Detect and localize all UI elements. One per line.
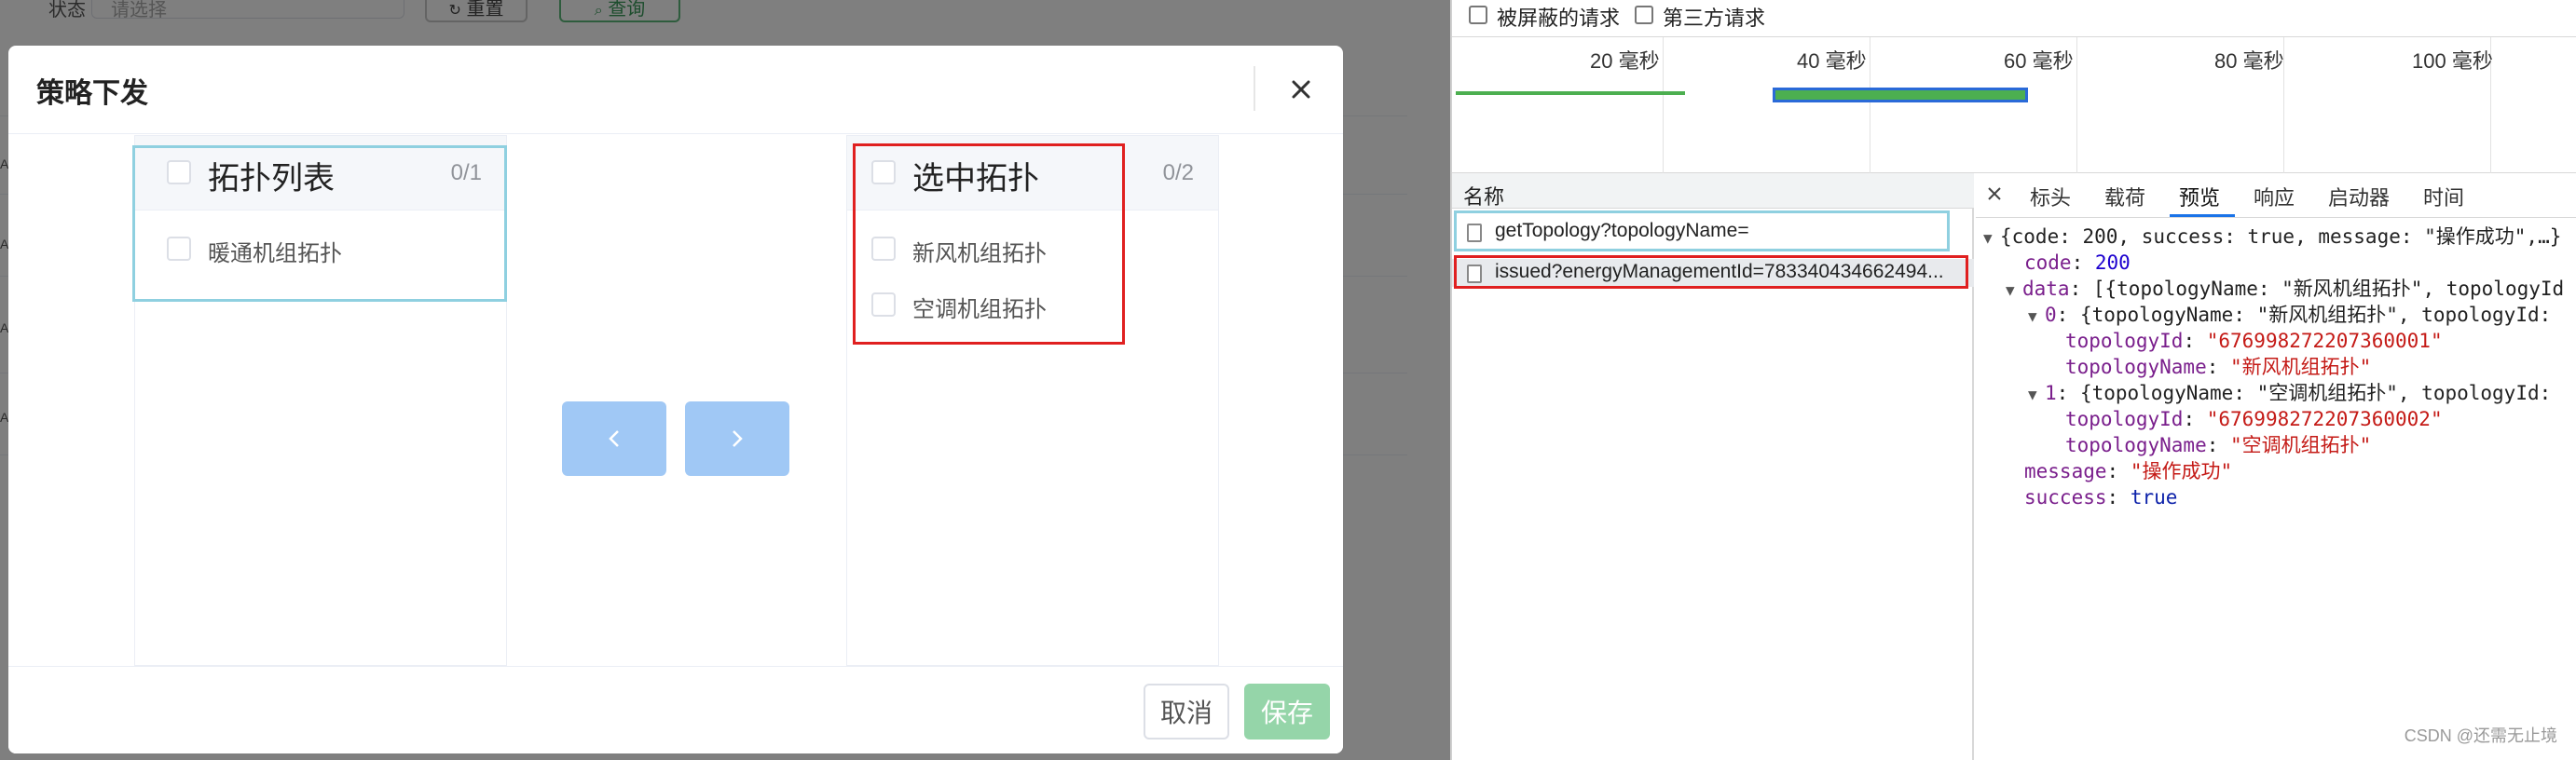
expand-triangle-icon[interactable]: ▼ bbox=[1983, 225, 2000, 251]
json-string-value: "操作成功" bbox=[2130, 460, 2233, 482]
request-1-highlight bbox=[1454, 210, 1950, 251]
timeline-gridline bbox=[1663, 37, 1664, 173]
tab-payload[interactable]: 载荷 bbox=[2104, 182, 2145, 211]
detail-tabbar: 标头 载荷 预览 响应 启动器 时间 bbox=[1976, 173, 2576, 218]
json-preview: ▼ {code: 200, success: true, message: "操作… bbox=[1976, 218, 2576, 760]
json-key: data bbox=[2022, 278, 2070, 300]
save-button[interactable]: 保存 bbox=[1244, 684, 1330, 740]
dialog-footer: 取消 保存 bbox=[8, 666, 1343, 753]
timeline-tick-label: 20 毫秒 bbox=[1590, 49, 1660, 73]
request-list-pane: 名称 getTopology?topologyName= issued?ener… bbox=[1452, 173, 1974, 760]
devtools-network-panel: 被屏蔽的请求 第三方请求 20 毫秒 40 毫秒 60 毫秒 80 毫秒 100… bbox=[1450, 0, 2576, 760]
json-code-row: code: 200 bbox=[2024, 251, 2131, 274]
json-topologyname-row: topologyName: "空调机组拓扑" bbox=[2065, 434, 2372, 456]
json-object-summary: {topologyName: "新风机组拓扑", topologyId: bbox=[2079, 304, 2552, 326]
header-divider bbox=[1254, 66, 1255, 111]
third-party-requests-label: 第三方请求 bbox=[1663, 7, 1766, 30]
json-number-value: 200 bbox=[2094, 251, 2131, 274]
json-item-row[interactable]: ▼ 0: {topologyName: "新风机组拓扑", topologyId: bbox=[2028, 302, 2551, 330]
json-root-summary: {code: 200, success: true, message: "操作成… bbox=[2000, 225, 2562, 248]
third-party-requests-checkbox[interactable] bbox=[1635, 6, 1653, 24]
json-object-summary: {topologyName: "空调机组拓扑", topologyId: bbox=[2079, 382, 2552, 404]
active-tab-indicator bbox=[2170, 214, 2235, 217]
json-string-value: "676998272207360001" bbox=[2206, 330, 2443, 352]
source-panel-highlight bbox=[132, 145, 507, 302]
chevron-left-icon bbox=[609, 430, 619, 447]
chevron-right-icon bbox=[733, 430, 743, 447]
blocked-requests-label: 被屏蔽的请求 bbox=[1497, 7, 1621, 30]
json-string-value: "空调机组拓扑" bbox=[2230, 434, 2372, 456]
json-index: 1 bbox=[2045, 382, 2057, 404]
timeline-tick-label: 60 毫秒 bbox=[2004, 49, 2074, 73]
json-array-summary: [{topologyName: "新风机组拓扑", topologyId bbox=[2092, 278, 2565, 300]
screenshot-root: 状态 请选择 ↻ 重置 ⌕ 查询 Ad Ad Ad Ad 策略下发 bbox=[0, 0, 2576, 760]
target-panel-count: 0/2 bbox=[1162, 160, 1194, 185]
tab-initiator[interactable]: 启动器 bbox=[2328, 182, 2390, 211]
name-column-header[interactable]: 名称 bbox=[1452, 173, 1974, 209]
json-key: message bbox=[2024, 460, 2107, 482]
close-icon[interactable] bbox=[1281, 70, 1321, 109]
json-success-row: success: true bbox=[2024, 486, 2178, 509]
timeline-tick-label: 40 毫秒 bbox=[1797, 49, 1867, 73]
expand-triangle-icon[interactable]: ▼ bbox=[2006, 278, 2022, 304]
tab-response[interactable]: 响应 bbox=[2254, 182, 2295, 211]
target-panel-highlight bbox=[853, 143, 1125, 345]
json-boolean-value: true bbox=[2130, 486, 2178, 509]
dialog-title: 策略下发 bbox=[36, 78, 148, 109]
filter-row: 被屏蔽的请求 第三方请求 bbox=[1452, 0, 2576, 37]
timeline-gridline bbox=[2076, 37, 2077, 173]
tab-preview[interactable]: 预览 bbox=[2179, 182, 2220, 211]
request-2-highlight bbox=[1454, 255, 1968, 289]
dialog-header: 策略下发 bbox=[8, 46, 1343, 134]
timeline-bar-selection bbox=[1773, 88, 2028, 102]
json-data-row[interactable]: ▼ data: [{topologyName: "新风机组拓扑", topolog… bbox=[2006, 276, 2564, 304]
tab-headers[interactable]: 标头 bbox=[2030, 182, 2071, 211]
timeline-tick-label: 80 毫秒 bbox=[2214, 49, 2284, 73]
json-item-row[interactable]: ▼ 1: {topologyName: "空调机组拓扑", topologyId: bbox=[2028, 380, 2551, 408]
json-message-row: message: "操作成功" bbox=[2024, 460, 2233, 482]
json-string-value: "新风机组拓扑" bbox=[2230, 356, 2372, 378]
timeline-bar-request-1 bbox=[1456, 91, 1685, 95]
json-key: code bbox=[2024, 251, 2072, 274]
json-topologyid-row: topologyId: "676998272207360002" bbox=[2065, 408, 2443, 430]
tab-timing[interactable]: 时间 bbox=[2423, 182, 2464, 211]
json-root-row[interactable]: ▼ {code: 200, success: true, message: "操作… bbox=[1983, 224, 2561, 251]
blocked-requests-checkbox[interactable] bbox=[1469, 6, 1487, 24]
json-index: 0 bbox=[2045, 304, 2057, 326]
timeline-tick-label: 100 毫秒 bbox=[2412, 49, 2493, 73]
json-string-value: "676998272207360002" bbox=[2206, 408, 2443, 430]
close-icon[interactable] bbox=[1983, 183, 2006, 205]
cancel-button[interactable]: 取消 bbox=[1144, 684, 1229, 740]
expand-triangle-icon[interactable]: ▼ bbox=[2028, 304, 2045, 330]
watermark-text: CSDN @还需无止境 bbox=[2404, 726, 2557, 745]
network-timeline[interactable]: 20 毫秒 40 毫秒 60 毫秒 80 毫秒 100 毫秒 bbox=[1452, 37, 2576, 173]
request-detail-pane: 标头 载荷 预览 响应 启动器 时间 ▼ {code: 200, success:… bbox=[1976, 173, 2576, 760]
expand-triangle-icon[interactable]: ▼ bbox=[2028, 382, 2045, 408]
move-right-button[interactable] bbox=[685, 401, 789, 476]
json-key: success bbox=[2024, 486, 2107, 509]
name-column-label: 名称 bbox=[1463, 185, 1505, 209]
json-topologyname-row: topologyName: "新风机组拓扑" bbox=[2065, 356, 2372, 378]
json-topologyid-row: topologyId: "676998272207360001" bbox=[2065, 330, 2443, 352]
move-left-button[interactable] bbox=[562, 401, 666, 476]
